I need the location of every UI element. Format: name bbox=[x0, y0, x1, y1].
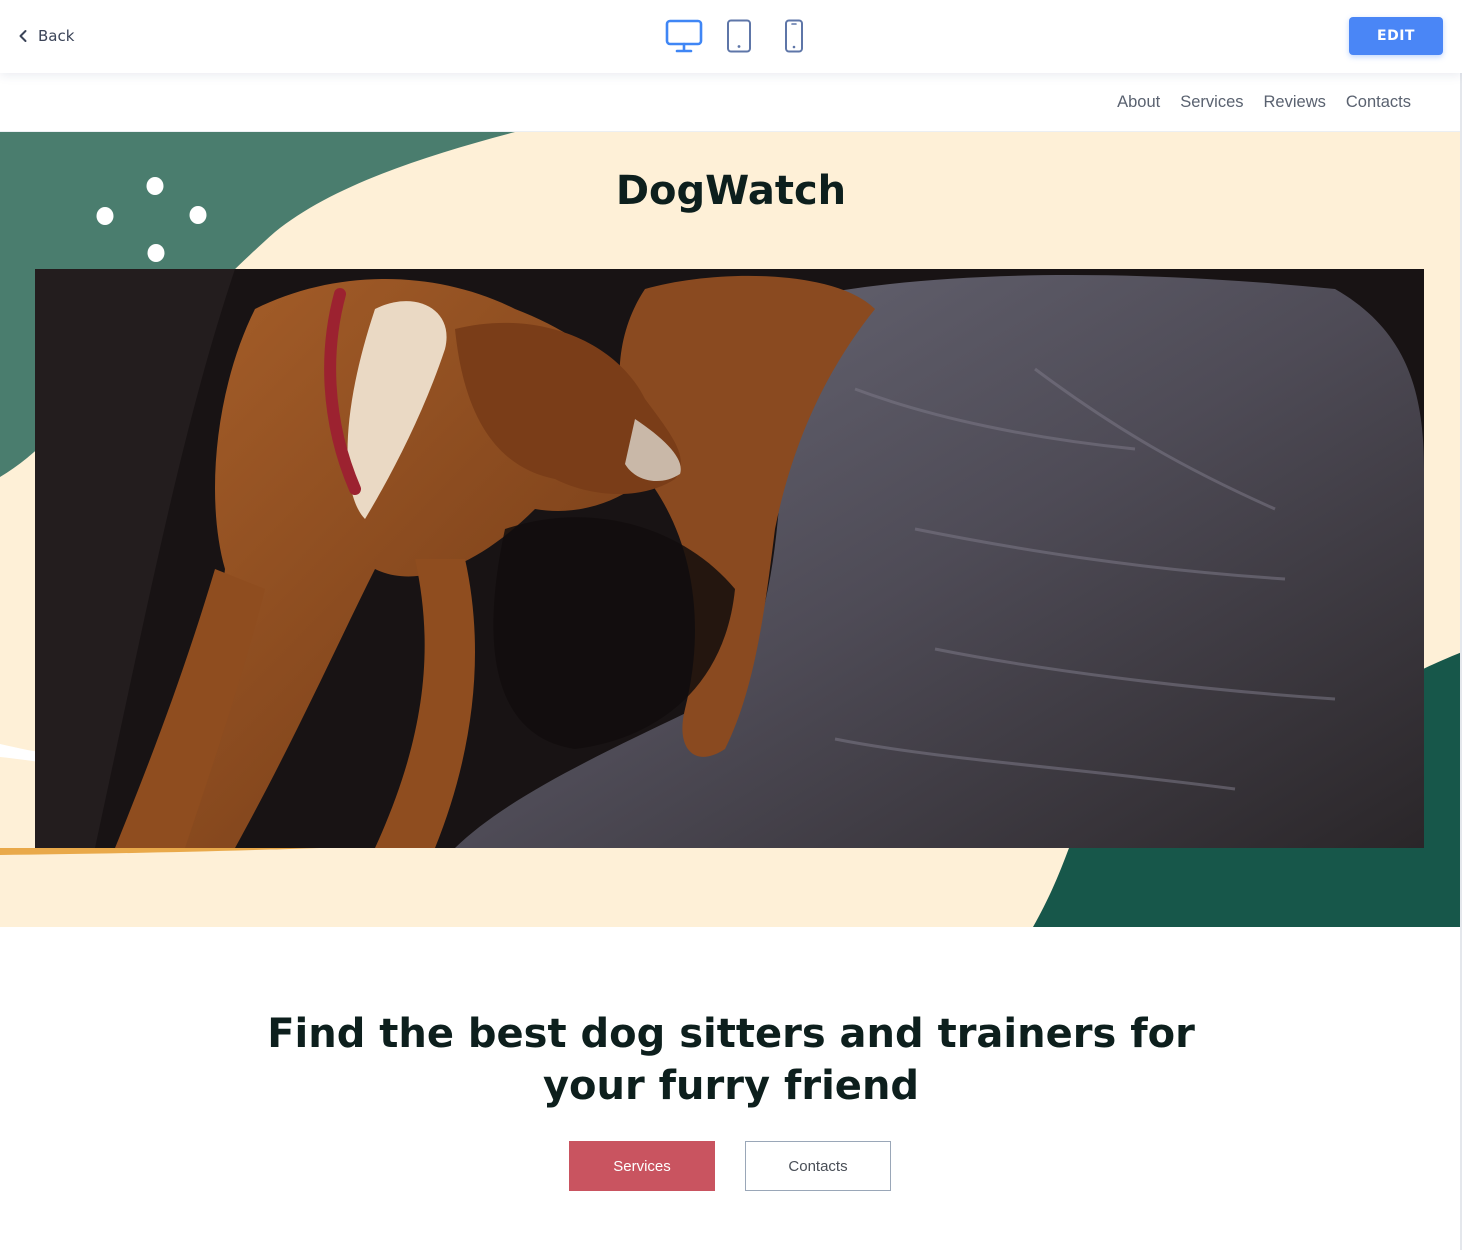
desktop-icon bbox=[665, 19, 703, 53]
hero-title: DogWatch bbox=[615, 168, 847, 214]
edit-button[interactable]: EDIT bbox=[1349, 17, 1443, 55]
dogs-photo-illustration bbox=[35, 269, 1424, 848]
nav-link-about[interactable]: About bbox=[1117, 93, 1160, 112]
contacts-button[interactable]: Contacts bbox=[745, 1141, 891, 1191]
hero-image bbox=[35, 269, 1424, 848]
editor-toolbar: Back EDIT bbox=[0, 0, 1462, 73]
desktop-view-button[interactable] bbox=[664, 16, 704, 56]
back-button[interactable]: Back bbox=[18, 22, 74, 50]
device-switcher bbox=[664, 16, 806, 56]
nav-link-services[interactable]: Services bbox=[1180, 93, 1243, 112]
site-navigation: About Services Reviews Contacts bbox=[0, 73, 1462, 132]
mobile-icon bbox=[785, 19, 803, 53]
main-headline: Find the best dog sitters and trainers f… bbox=[267, 1011, 1195, 1109]
nav-link-contacts[interactable]: Contacts bbox=[1346, 93, 1411, 112]
chevron-left-icon bbox=[19, 30, 27, 42]
nav-links: About Services Reviews Contacts bbox=[1117, 73, 1411, 132]
back-label: Back bbox=[38, 27, 75, 45]
hero-section: DogWatch bbox=[0, 132, 1462, 927]
mobile-view-button[interactable] bbox=[782, 16, 806, 56]
tablet-view-button[interactable] bbox=[724, 16, 754, 56]
nav-link-reviews[interactable]: Reviews bbox=[1264, 93, 1326, 112]
tablet-icon bbox=[727, 19, 751, 53]
services-button[interactable]: Services bbox=[569, 1141, 715, 1191]
